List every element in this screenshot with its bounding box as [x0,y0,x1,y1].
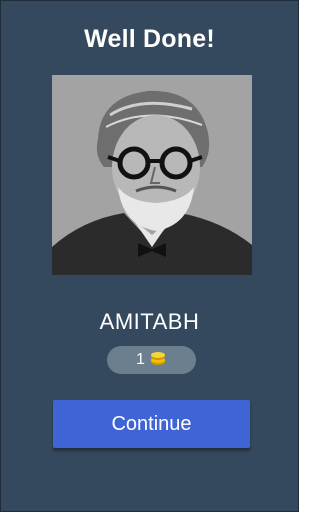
celebrity-photo [52,75,252,275]
app-screen: Well Done! AMITABH 1 Continue [0,0,299,512]
continue-button[interactable]: Continue [53,400,250,448]
page-title: Well Done! [84,25,215,53]
coin-stack-icon [149,350,167,371]
continue-button-label: Continue [111,412,192,435]
answer-text: AMITABH [99,309,200,334]
coin-reward-badge: 1 [107,346,196,374]
coin-count: 1 [136,351,145,368]
